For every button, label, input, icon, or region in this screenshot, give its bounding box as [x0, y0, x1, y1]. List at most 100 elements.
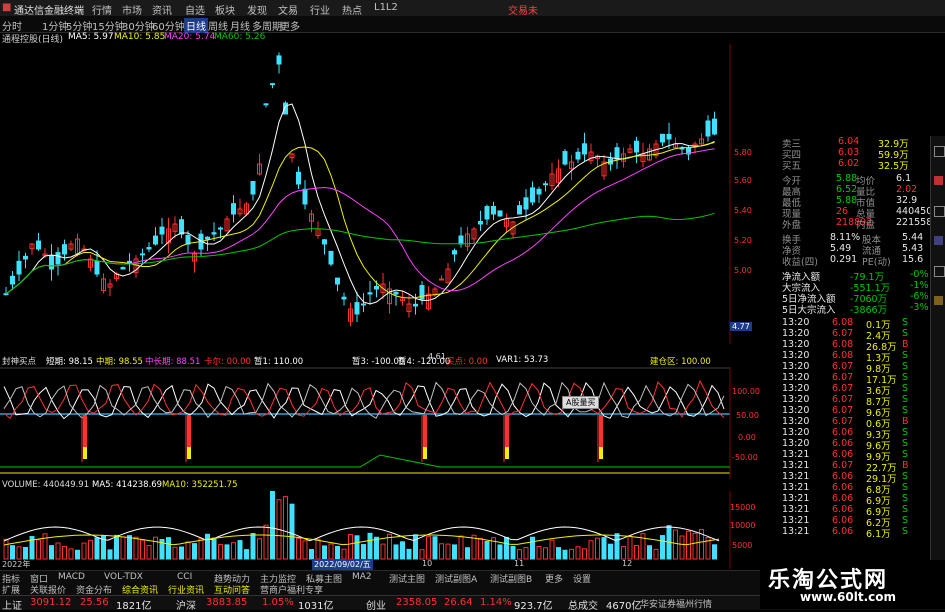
quote-cell: S: [902, 493, 909, 504]
menu-item[interactable]: 市场: [122, 2, 142, 17]
tick-row: 13:21 6.06 29.1万 S: [760, 471, 930, 485]
tick-row: 13:20 6.07 8.7万 S: [760, 394, 930, 408]
tick-row: 13:21 6.07 22.7万 B: [760, 460, 930, 474]
menu-item[interactable]: 自选: [185, 2, 205, 17]
tick-row: 13:20 6.07 9.6万 S: [760, 405, 930, 419]
star-icon[interactable]: [934, 296, 943, 305]
quote-cell: S: [902, 449, 909, 460]
volume-bar: [192, 543, 197, 560]
stat-row: 外盘 218892 内盘 221558: [760, 217, 932, 231]
period-tab[interactable]: 分时: [2, 18, 22, 33]
quote-cell: 6.06: [832, 471, 854, 482]
app-logo-icon: ■: [2, 2, 12, 13]
volume-bar: [335, 545, 340, 560]
order-book-row: 卖三 6.04 32.9万: [760, 136, 930, 150]
stat-row: 最高 6.52 量比 2.02: [760, 184, 930, 198]
stat-row: 收益(四) 0.291 PE(动) 15.6: [760, 254, 930, 268]
app-title: 通达信金融终端: [14, 6, 84, 17]
period-tab[interactable]: 60分钟: [152, 18, 185, 33]
menu-item[interactable]: 行业: [310, 2, 330, 17]
fund-flow-row: 净流入额 -79.1万 -0%: [760, 269, 930, 283]
menu-item[interactable]: 发现: [247, 2, 267, 17]
quote-cell: 6.06: [832, 449, 854, 460]
grid-icon[interactable]: [934, 206, 945, 217]
quote-cell: 13:21: [782, 515, 810, 526]
title-bar: ■ 通达信金融终端 行情 市场 资讯 自选 板块 发现 文易 行业 热点 L1L…: [0, 0, 945, 17]
menu-item[interactable]: 文易: [278, 2, 298, 17]
quote-cell: 买五: [782, 161, 802, 172]
volume-bar: [166, 537, 171, 560]
ind-tick: 0.00: [738, 433, 756, 442]
volume-chart[interactable]: [0, 491, 760, 569]
hs-label: 沪深: [176, 601, 196, 612]
ind-tick: 100.00: [732, 387, 760, 396]
period-toolbar: 分时 1分钟 5分钟 15分钟 30分钟 60分钟 日线 周线 月线 多周期 更…: [0, 16, 945, 33]
quote-cell: 6.1万: [866, 529, 891, 540]
zoom-icon[interactable]: [934, 146, 945, 157]
quote-cell: 13:20: [782, 328, 810, 339]
watermark-url: www.60lt.com: [800, 590, 897, 604]
quote-cell: S: [902, 438, 909, 449]
menu-item[interactable]: 板块: [215, 2, 235, 17]
menu-item[interactable]: 行情: [92, 2, 112, 17]
candlestick-chart[interactable]: [0, 44, 760, 344]
quote-cell: 6.07: [832, 372, 854, 383]
period-tab[interactable]: 周线: [208, 18, 228, 33]
watermark: 乐淘公式网 www.60lt.com: [760, 560, 945, 609]
quote-cell: -3%: [910, 302, 929, 313]
tick-row: 13:21 6.06 6.9万 S: [760, 493, 930, 507]
volume-bar: [712, 544, 717, 560]
volume-bar: [237, 540, 243, 560]
period-tab[interactable]: 多周期: [252, 18, 282, 33]
quote-cell: 6.08: [832, 317, 854, 328]
trade-menu[interactable]: 交易未: [508, 2, 538, 17]
period-tab[interactable]: 30分钟: [122, 18, 155, 33]
quote-cell: B: [902, 460, 909, 471]
period-tab[interactable]: 更多: [280, 18, 300, 33]
volume-bar: [406, 548, 412, 560]
ind-tick: 50.00: [736, 411, 759, 420]
quote-cell: 2.02: [896, 184, 918, 195]
quote-cell: 6.06: [832, 526, 854, 537]
volume-bar: [10, 545, 15, 560]
indicator-tab[interactable]: CCI: [177, 572, 192, 582]
quote-cell: 13:20: [782, 383, 810, 394]
price-tick: 5.60: [734, 176, 752, 185]
indicator-tab[interactable]: VOL-TDX: [104, 572, 143, 582]
period-tab[interactable]: 5分钟: [66, 18, 92, 33]
price-tick: 5.20: [734, 236, 752, 245]
quote-cell: 6.06: [832, 427, 854, 438]
hs-amount: 1031亿: [298, 601, 334, 612]
volume-bar: [608, 543, 613, 560]
period-tab[interactable]: 1分钟: [42, 18, 68, 33]
volume-bar: [452, 544, 457, 560]
quote-cell: 26: [836, 206, 849, 217]
quote-cell: -3866万: [850, 305, 888, 316]
quote-cell: 13:20: [782, 339, 810, 350]
quote-cell: 收益(四): [782, 257, 818, 268]
period-tab[interactable]: 15分钟: [92, 18, 125, 33]
indicator-field: 暂1: 110.00: [254, 357, 304, 367]
list-icon[interactable]: [934, 266, 945, 277]
period-tab-active[interactable]: 日线: [184, 18, 208, 33]
indicator-field: 暂4: -120.00: [398, 357, 451, 367]
volume-bar: [393, 544, 399, 560]
flag-icon[interactable]: [934, 176, 943, 185]
period-tab[interactable]: 月线: [230, 18, 250, 33]
indicator-chart[interactable]: [0, 367, 760, 479]
tick-row: 13:20 6.08 1.3万 S: [760, 350, 930, 364]
indicator-tab[interactable]: MA2: [352, 572, 372, 582]
volume-bar: [244, 549, 249, 560]
quote-cell: 440450: [896, 206, 933, 217]
menu-item[interactable]: 热点: [342, 2, 362, 17]
vol-tick: 5000: [732, 541, 753, 550]
quote-cell: PE(动): [862, 257, 891, 268]
quote-cell: 13:21: [782, 449, 810, 460]
volume-bar: [127, 535, 132, 560]
chart-icon[interactable]: [934, 236, 943, 245]
quote-cell: 6.07: [832, 361, 854, 372]
indicator-tab[interactable]: MACD: [58, 572, 85, 582]
menu-item[interactable]: 资讯: [152, 2, 172, 17]
volume-bar: [367, 532, 373, 560]
menu-item[interactable]: L1L2: [374, 2, 398, 13]
